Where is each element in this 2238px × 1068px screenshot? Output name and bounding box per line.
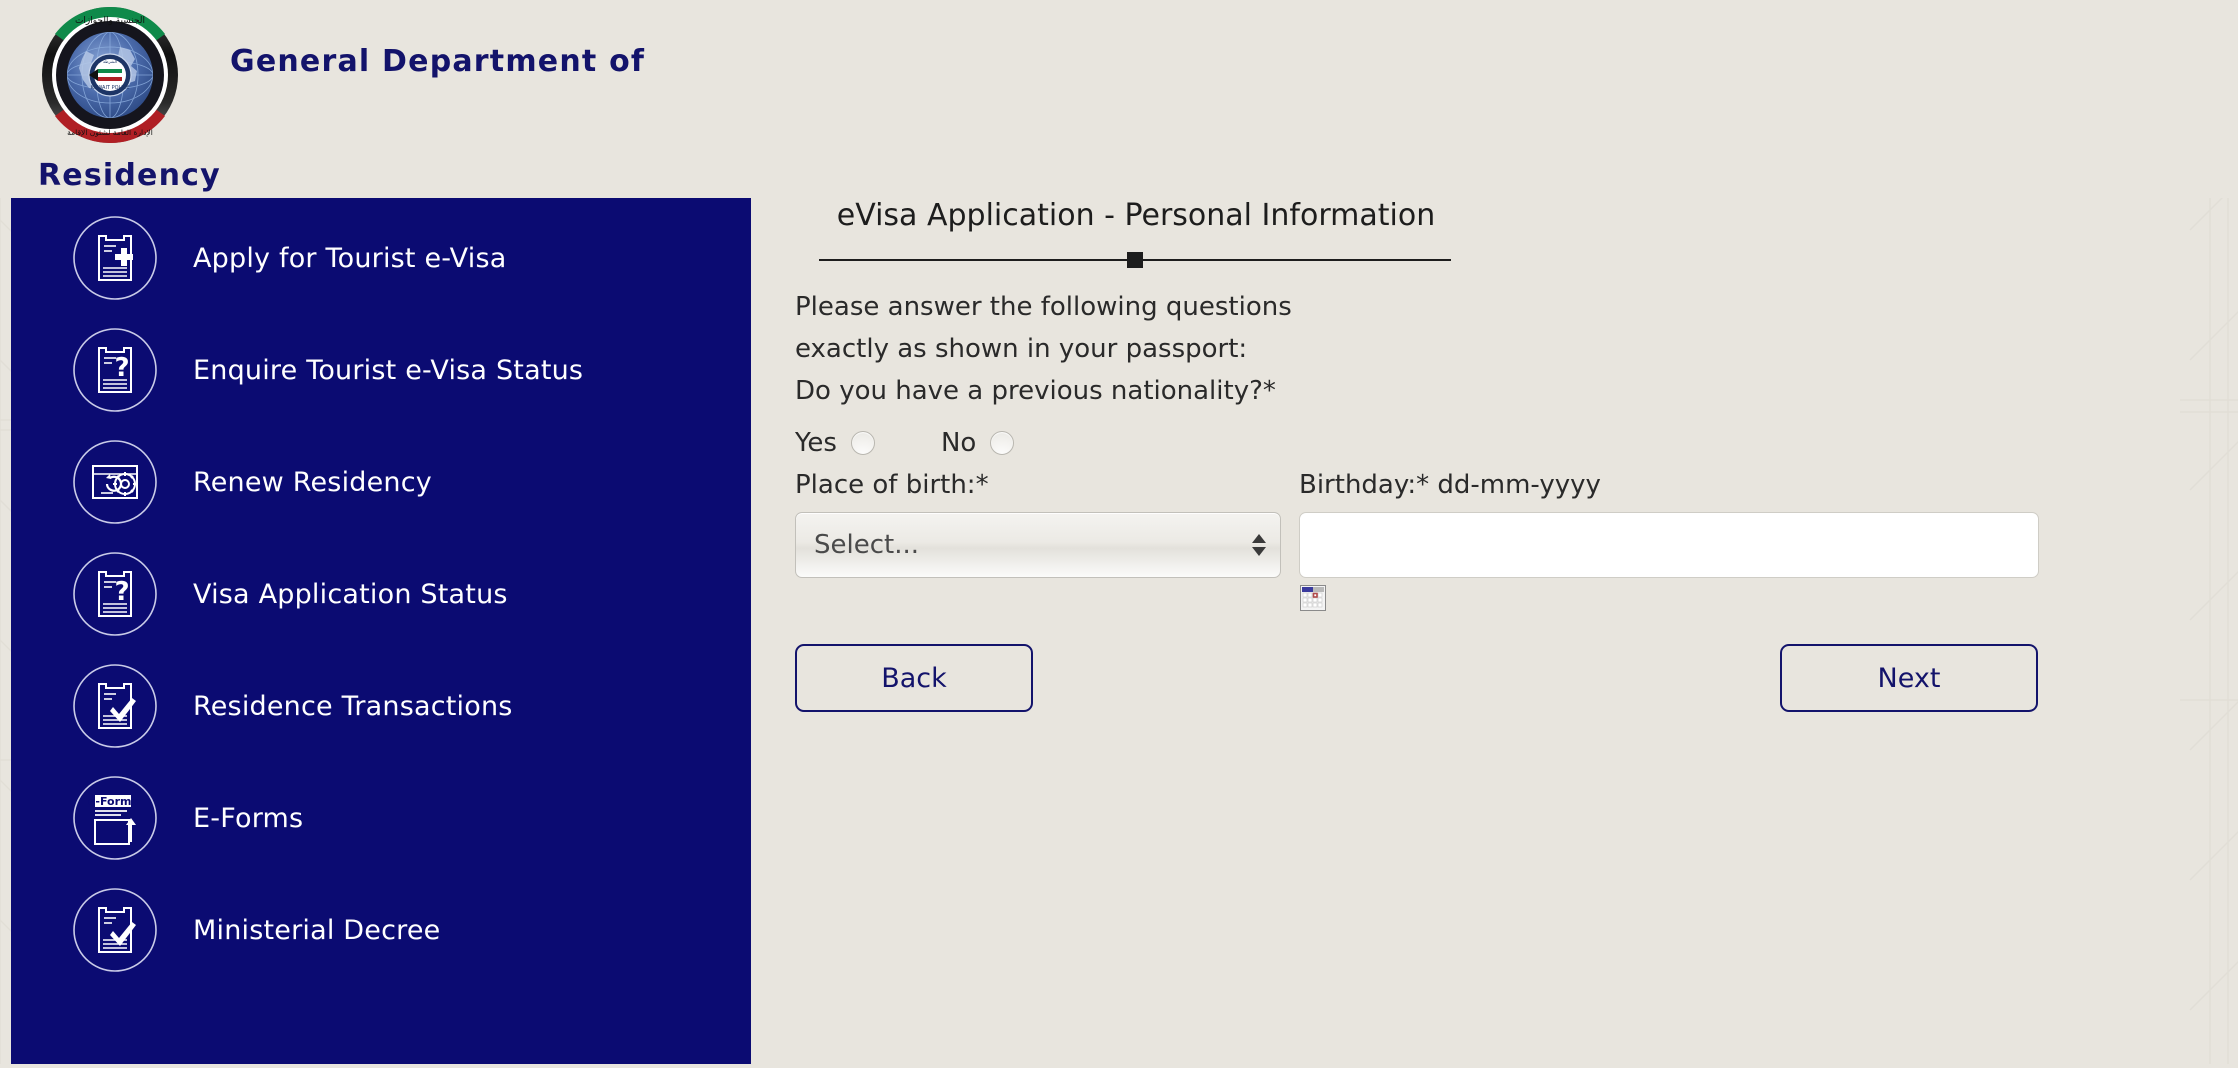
- place-of-birth-label: Place of birth:*: [795, 470, 989, 500]
- page-title: eVisa Application - Personal Information: [836, 198, 1436, 233]
- radio-yes-label: Yes: [795, 428, 837, 458]
- sidebar-item-label: Enquire Tourist e-Visa Status: [193, 354, 584, 386]
- sidebar-item-label: Ministerial Decree: [193, 914, 441, 946]
- brand-title-line-1: General Department of: [230, 44, 646, 79]
- intro-text: Please answer the following questions ex…: [795, 286, 1292, 370]
- sidebar-item-renew-residency[interactable]: Renew Residency: [11, 426, 751, 538]
- sidebar-item-apply-tourist-evisa[interactable]: Apply for Tourist e-Visa: [11, 202, 751, 314]
- radio-no-label: No: [940, 428, 977, 458]
- intro-line-1: Please answer the following questions: [795, 292, 1292, 322]
- svg-text:الشرطة: الشرطة: [103, 59, 117, 64]
- previous-nationality-radio-group: Yes No: [795, 428, 1015, 458]
- page-header: الشرطة KUWAIT POLICE الجنسية والجوازات ا…: [0, 0, 2238, 198]
- radio-no-input[interactable]: [990, 431, 1015, 455]
- stepper-arrows-icon: [1252, 534, 1266, 556]
- sidebar-item-e-forms[interactable]: e-Forms E-Forms: [11, 762, 751, 874]
- svg-text:الجنسية والجوازات: الجنسية والجوازات: [75, 16, 145, 26]
- svg-text:e-Forms: e-Forms: [88, 795, 139, 808]
- intro-line-2: exactly as shown in your passport:: [795, 334, 1248, 364]
- sidebar-item-residence-transactions[interactable]: Residence Transactions: [11, 650, 751, 762]
- progress-marker: [1127, 252, 1143, 268]
- sidebar-item-label: E-Forms: [193, 802, 304, 834]
- progress-indicator: [819, 252, 1451, 268]
- sidebar-item-enquire-tourist-evisa-status[interactable]: ? Enquire Tourist e-Visa Status: [11, 314, 751, 426]
- next-button[interactable]: Next: [1780, 644, 2038, 712]
- sidebar-item-label: Renew Residency: [193, 466, 432, 498]
- sidebar-item-ministerial-decree[interactable]: Ministerial Decree: [11, 874, 751, 986]
- e-forms-upload-icon: e-Forms: [69, 772, 161, 864]
- chevron-down-icon: [1252, 547, 1266, 556]
- previous-nationality-question: Do you have a previous nationality?*: [795, 376, 1276, 406]
- document-check-icon: [69, 884, 161, 976]
- main-content: eVisa Application - Personal Information…: [751, 198, 2238, 1064]
- brand-title-line-2: Residency: [38, 158, 221, 193]
- card-refresh-gear-icon: [69, 436, 161, 528]
- sidebar-item-label: Visa Application Status: [193, 578, 508, 610]
- document-question-icon: ?: [69, 324, 161, 416]
- document-plus-icon: [69, 212, 161, 304]
- place-of-birth-select[interactable]: Select...: [795, 512, 1281, 578]
- birthday-label: Birthday:* dd-mm-yyyy: [1299, 470, 1601, 500]
- main-sidebar: Apply for Tourist e-Visa ? Enquire Touri…: [11, 198, 751, 1064]
- sidebar-item-label: Residence Transactions: [193, 690, 513, 722]
- kuwait-residency-emblem-logo: الشرطة KUWAIT POLICE الجنسية والجوازات ا…: [38, 3, 182, 147]
- document-question-icon: ?: [69, 548, 161, 640]
- back-button[interactable]: Back: [795, 644, 1033, 712]
- svg-text:KUWAIT POLICE: KUWAIT POLICE: [91, 85, 130, 91]
- radio-yes-input[interactable]: [850, 431, 875, 455]
- document-check-icon: [69, 660, 161, 752]
- svg-text:?: ?: [114, 577, 129, 607]
- sidebar-item-visa-application-status[interactable]: ? Visa Application Status: [11, 538, 751, 650]
- sidebar-item-label: Apply for Tourist e-Visa: [193, 242, 507, 274]
- place-of-birth-selected-value: Select...: [814, 530, 920, 560]
- calendar-picker-icon[interactable]: [1300, 585, 1326, 611]
- svg-text:?: ?: [114, 353, 129, 383]
- birthday-input[interactable]: [1299, 512, 2039, 578]
- chevron-up-icon: [1252, 534, 1266, 543]
- svg-text:الإدارة العامة لشئون الإقامة: الإدارة العامة لشئون الإقامة: [67, 128, 153, 137]
